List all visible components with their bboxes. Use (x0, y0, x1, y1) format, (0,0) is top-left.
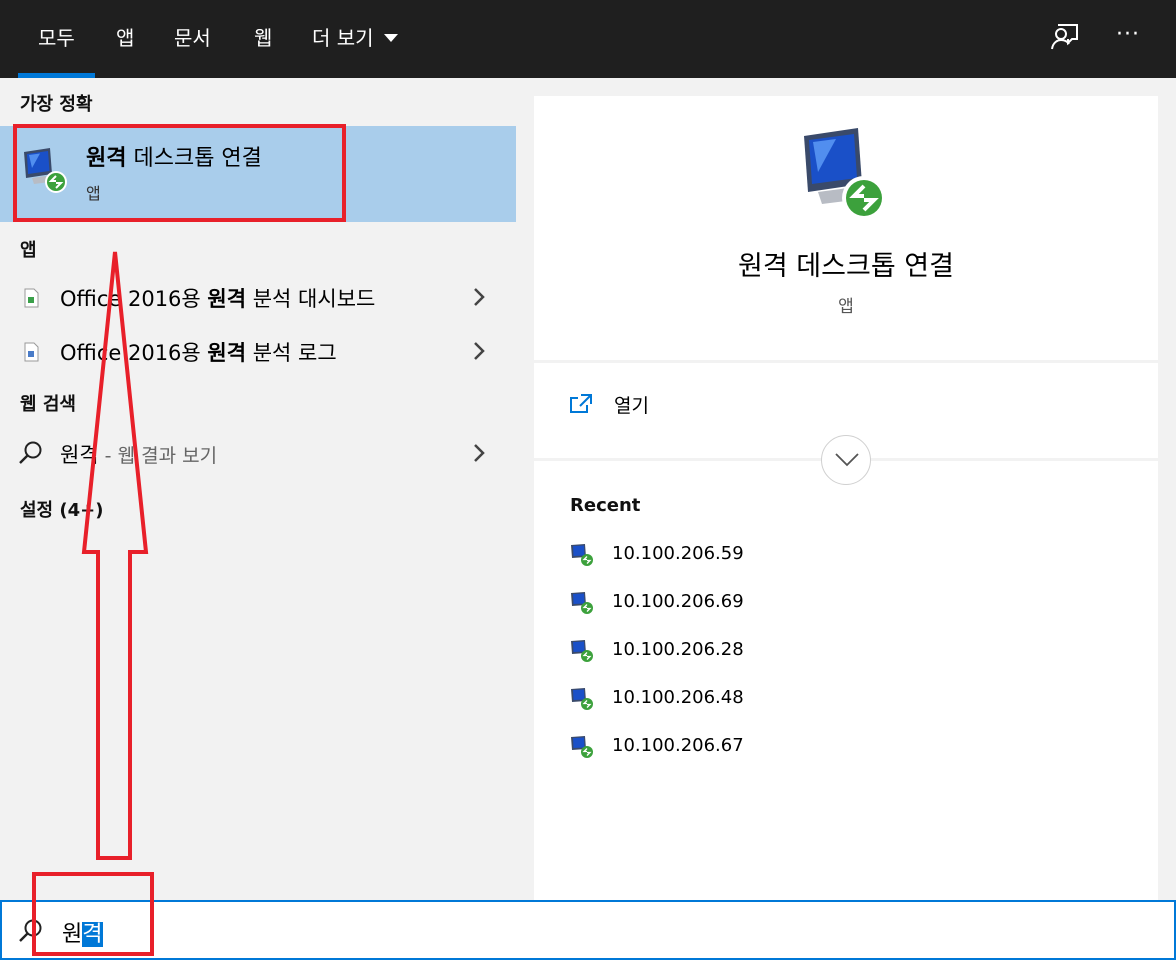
annotation-arrow (81, 251, 149, 860)
